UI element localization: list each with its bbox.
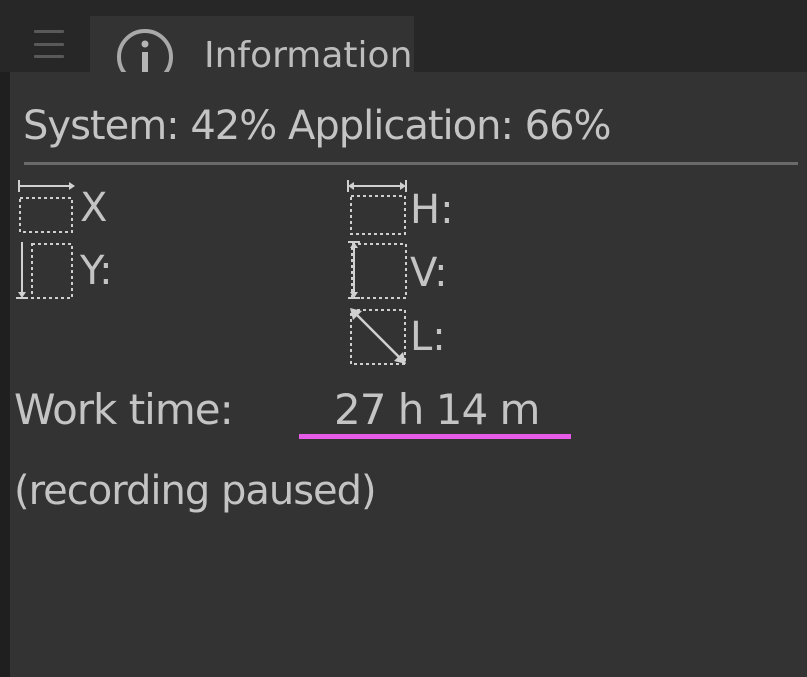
x-label: X — [80, 185, 108, 231]
diagonal-length-icon — [350, 308, 406, 365]
v-label: V: — [410, 250, 448, 296]
menu-bar-line — [34, 30, 64, 33]
window-left-edge — [0, 72, 10, 677]
hamburger-menu-icon[interactable] — [34, 28, 66, 60]
y-label: Y: — [80, 248, 113, 294]
position-x-icon — [18, 180, 75, 233]
work-time-underline — [299, 434, 571, 439]
recording-status: (recording paused) — [14, 468, 377, 514]
l-label: L: — [410, 314, 446, 360]
position-y-icon — [16, 242, 73, 299]
menu-bar-line — [34, 55, 64, 58]
h-label: H: — [410, 187, 454, 233]
work-time-label: Work time: — [14, 385, 234, 434]
horizontal-size-icon — [347, 180, 407, 235]
cpu-usage-text: System: 42% Application: 66% — [23, 103, 612, 149]
menu-bar-line — [34, 42, 64, 46]
vertical-size-icon — [348, 241, 407, 299]
information-window: Information System: 42% Application: 66%… — [0, 0, 807, 677]
section-divider — [24, 162, 798, 165]
work-time-value: 27 h 14 m — [334, 385, 540, 434]
